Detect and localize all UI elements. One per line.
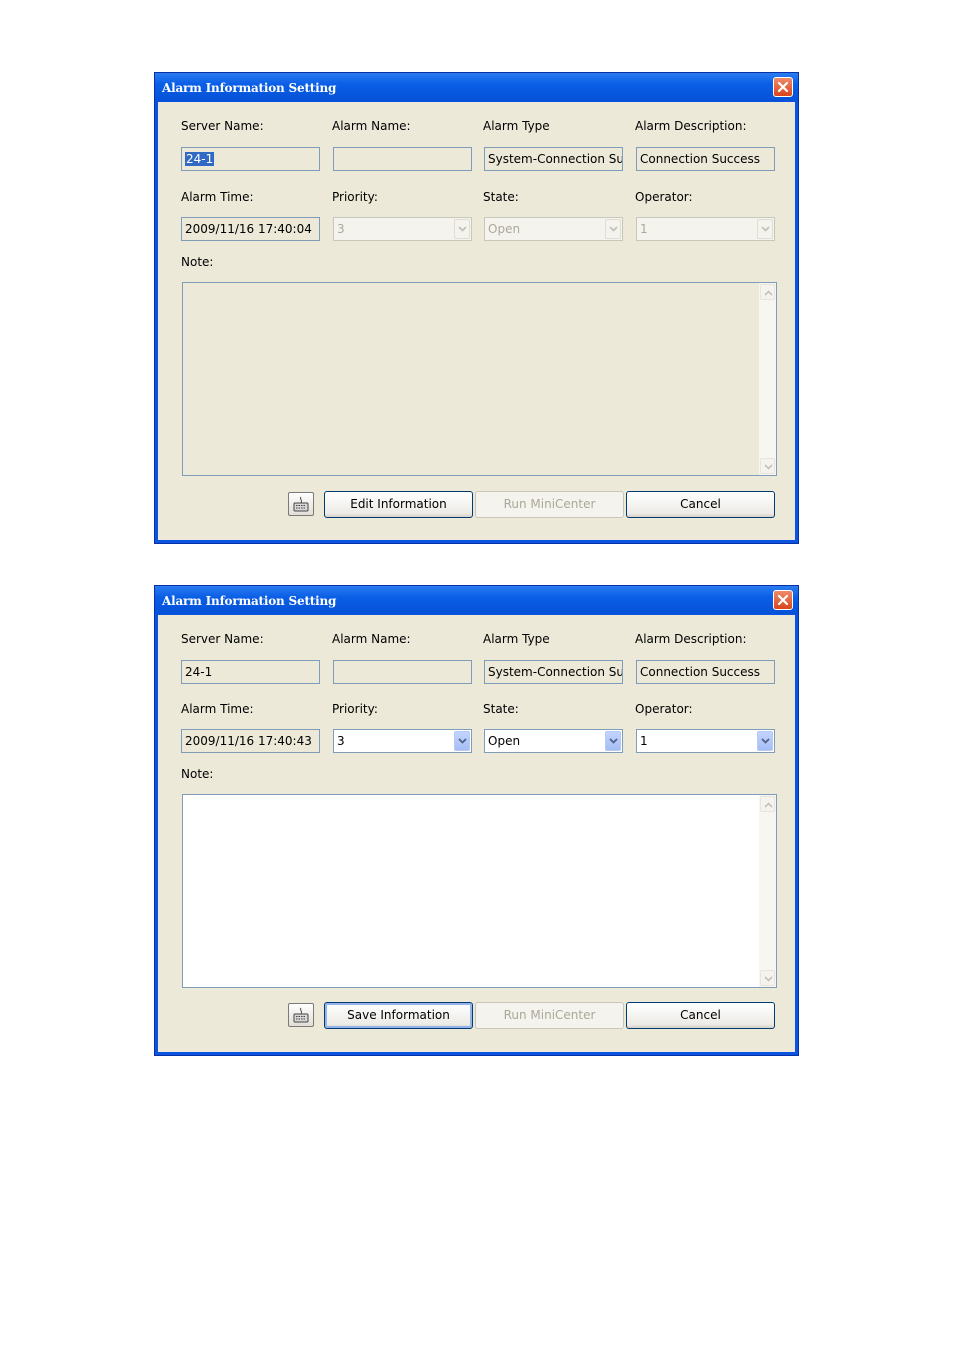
operator-select[interactable]: 1 — [636, 217, 775, 241]
priority-value: 3 — [337, 222, 345, 236]
dialog-body: Server Name: Alarm Name: Alarm Type Alar… — [158, 615, 795, 1052]
operator-select[interactable]: 1 — [636, 729, 775, 753]
alarm-time-value: 2009/11/16 17:40:43 — [185, 734, 312, 748]
alarm-time-field[interactable]: 2009/11/16 17:40:04 — [181, 217, 320, 241]
server-name-value: 24-1 — [185, 665, 213, 679]
operator-value: 1 — [640, 222, 648, 236]
alarm-time-value: 2009/11/16 17:40:04 — [185, 222, 312, 236]
operator-label: Operator: — [635, 190, 693, 204]
state-dropdown-button[interactable] — [605, 731, 621, 751]
alarm-time-label: Alarm Time: — [181, 190, 254, 204]
scroll-down-button[interactable] — [760, 970, 775, 986]
run-minicenter-button[interactable]: Run MiniCenter — [475, 1002, 624, 1029]
alarm-type-field[interactable]: System-Connection Su — [484, 147, 623, 171]
dialog-body: Server Name: Alarm Name: Alarm Type Alar… — [158, 102, 795, 540]
close-icon — [777, 594, 789, 606]
dialog-title: Alarm Information Setting — [162, 81, 337, 95]
cancel-button[interactable]: Cancel — [626, 491, 775, 518]
note-scrollbar[interactable] — [759, 795, 776, 987]
alarm-info-dialog-edit: Alarm Information Setting Server Name: A… — [154, 585, 799, 1056]
scroll-up-button[interactable] — [760, 284, 775, 300]
alarm-description-field[interactable]: Connection Success — [636, 147, 775, 171]
state-select[interactable]: Open — [484, 217, 623, 241]
alarm-type-value: System-Connection Su — [488, 152, 623, 166]
alarm-description-value: Connection Success — [640, 152, 761, 166]
state-label: State: — [483, 190, 519, 204]
alarm-type-label: Alarm Type — [483, 119, 550, 133]
alarm-name-field[interactable] — [333, 147, 472, 171]
operator-label: Operator: — [635, 702, 693, 716]
scroll-down-icon — [764, 976, 773, 982]
server-name-label: Server Name: — [181, 119, 264, 133]
alarm-type-label: Alarm Type — [483, 632, 550, 646]
note-label: Note: — [181, 767, 214, 781]
chevron-down-icon — [458, 226, 467, 232]
alarm-name-label: Alarm Name: — [332, 632, 411, 646]
chevron-down-icon — [609, 226, 618, 232]
state-value: Open — [488, 734, 521, 748]
state-dropdown-button[interactable] — [605, 219, 621, 239]
close-button[interactable] — [773, 77, 793, 97]
priority-label: Priority: — [332, 190, 378, 204]
dialog-title: Alarm Information Setting — [162, 594, 337, 608]
alarm-time-label: Alarm Time: — [181, 702, 254, 716]
chevron-down-icon — [609, 738, 618, 744]
edit-information-button[interactable]: Edit Information — [324, 491, 473, 518]
alarm-description-label: Alarm Description: — [635, 632, 747, 646]
priority-value: 3 — [337, 734, 345, 748]
alarm-info-dialog-view: Alarm Information Setting Server Name: A… — [154, 72, 799, 544]
note-textarea[interactable] — [182, 282, 777, 476]
priority-select[interactable]: 3 — [333, 217, 472, 241]
server-name-field[interactable]: 24-1 — [181, 660, 320, 684]
alarm-type-value: System-Connection Su — [488, 665, 623, 679]
chevron-down-icon — [458, 738, 467, 744]
keyboard-button[interactable] — [288, 492, 314, 516]
scroll-down-icon — [764, 464, 773, 470]
alarm-description-label: Alarm Description: — [635, 119, 747, 133]
server-name-label: Server Name: — [181, 632, 264, 646]
alarm-type-field[interactable]: System-Connection Su — [484, 660, 623, 684]
note-scrollbar[interactable] — [759, 283, 776, 475]
keyboard-icon — [293, 1007, 309, 1023]
state-value: Open — [488, 222, 521, 236]
priority-label: Priority: — [332, 702, 378, 716]
cancel-button[interactable]: Cancel — [626, 1002, 775, 1029]
alarm-description-value: Connection Success — [640, 665, 761, 679]
close-icon — [777, 81, 789, 93]
close-button[interactable] — [773, 590, 793, 610]
priority-dropdown-button[interactable] — [454, 731, 470, 751]
chevron-down-icon — [761, 226, 770, 232]
server-name-value: 24-1 — [185, 152, 215, 166]
alarm-description-field[interactable]: Connection Success — [636, 660, 775, 684]
operator-dropdown-button[interactable] — [757, 219, 773, 239]
state-select[interactable]: Open — [484, 729, 623, 753]
keyboard-button[interactable] — [288, 1003, 314, 1027]
chevron-down-icon — [761, 738, 770, 744]
alarm-name-label: Alarm Name: — [332, 119, 411, 133]
priority-select[interactable]: 3 — [333, 729, 472, 753]
title-bar[interactable]: Alarm Information Setting — [155, 73, 798, 101]
operator-value: 1 — [640, 734, 648, 748]
alarm-time-field[interactable]: 2009/11/16 17:40:43 — [181, 729, 320, 753]
scroll-up-button[interactable] — [760, 796, 775, 812]
scroll-down-button[interactable] — [760, 458, 775, 474]
keyboard-icon — [293, 496, 309, 512]
scroll-up-icon — [764, 290, 773, 296]
server-name-field[interactable]: 24-1 — [181, 147, 320, 171]
run-minicenter-button[interactable]: Run MiniCenter — [475, 491, 624, 518]
note-textarea[interactable] — [182, 794, 777, 988]
alarm-name-field[interactable] — [333, 660, 472, 684]
title-bar[interactable]: Alarm Information Setting — [155, 586, 798, 614]
save-information-button[interactable]: Save Information — [324, 1002, 473, 1029]
operator-dropdown-button[interactable] — [757, 731, 773, 751]
state-label: State: — [483, 702, 519, 716]
scroll-up-icon — [764, 802, 773, 808]
priority-dropdown-button[interactable] — [454, 219, 470, 239]
note-label: Note: — [181, 255, 214, 269]
